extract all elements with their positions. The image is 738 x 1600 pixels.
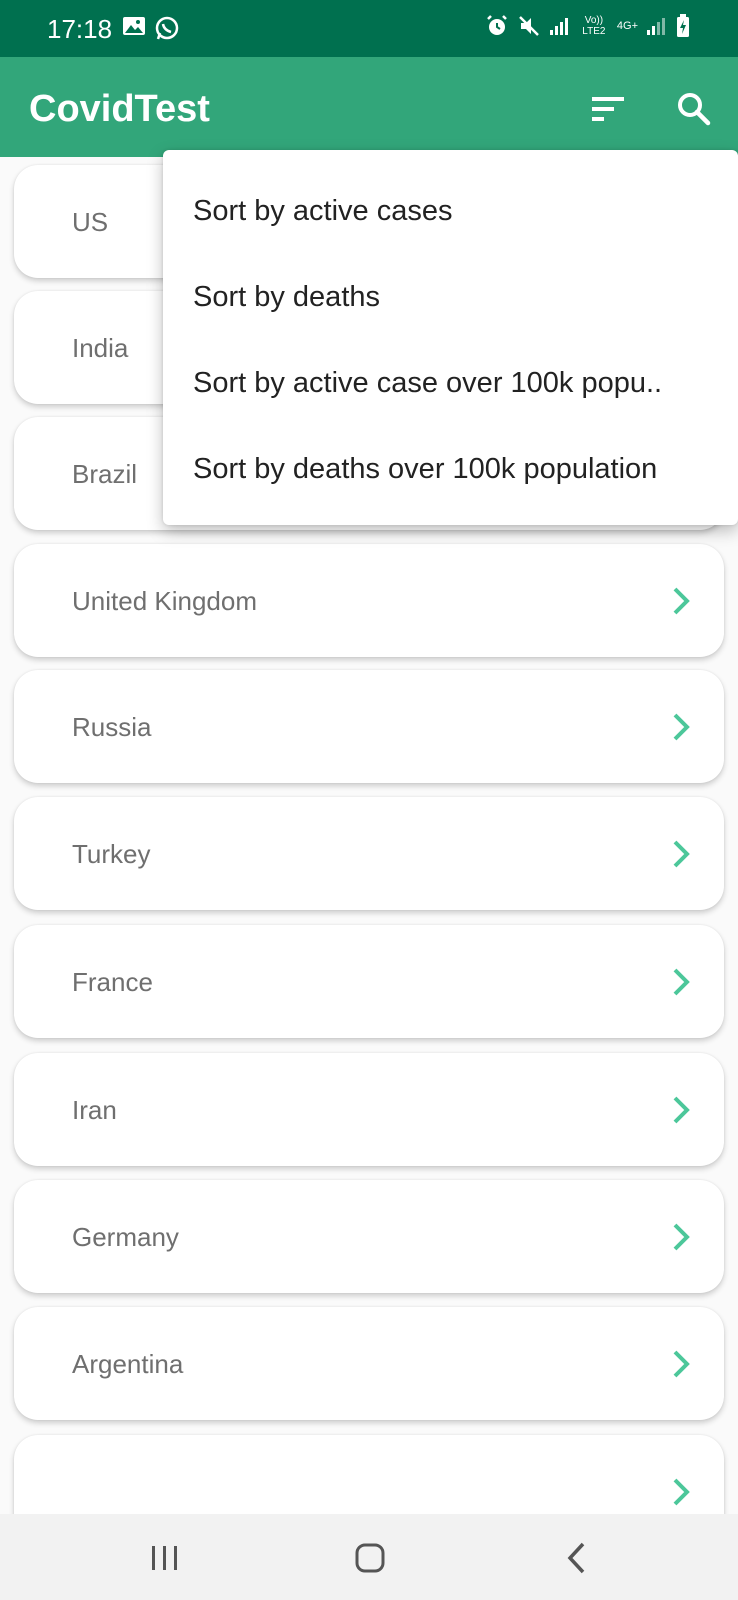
- mute-icon: [517, 14, 541, 38]
- chevron-right-icon: [673, 840, 690, 868]
- menu-item-sort-active-per-100k[interactable]: Sort by active case over 100k popu..: [163, 340, 738, 426]
- status-left-icons: [122, 15, 180, 41]
- back-icon: [567, 1542, 585, 1574]
- country-name: Iran: [72, 1095, 117, 1125]
- country-name: Germany: [72, 1222, 179, 1252]
- battery-charging-icon: [676, 14, 690, 38]
- search-icon: [678, 93, 711, 126]
- recent-apps-button[interactable]: [143, 1536, 187, 1580]
- home-button[interactable]: [348, 1536, 392, 1580]
- app-title: CovidTest: [29, 88, 210, 130]
- country-item-iran[interactable]: Iran: [14, 1053, 724, 1166]
- whatsapp-icon: [154, 15, 180, 41]
- menu-item-label: Sort by deaths: [193, 281, 380, 313]
- sort-button[interactable]: [588, 89, 628, 129]
- back-button[interactable]: [556, 1536, 600, 1580]
- chevron-right-icon: [673, 1223, 690, 1251]
- sort-menu: Sort by active cases Sort by deaths Sort…: [163, 150, 738, 525]
- country-item-argentina[interactable]: Argentina: [14, 1307, 724, 1420]
- country-item-germany[interactable]: Germany: [14, 1180, 724, 1293]
- country-name: Brazil: [72, 459, 138, 489]
- country-name: United Kingdom: [72, 586, 257, 616]
- chevron-right-icon: [673, 968, 690, 996]
- chevron-right-icon: [673, 713, 690, 741]
- country-name: Turkey: [72, 839, 151, 869]
- menu-item-label: Sort by deaths over 100k population: [193, 453, 658, 485]
- country-item-france[interactable]: France: [14, 925, 724, 1038]
- menu-item-label: Sort by active cases: [193, 195, 453, 227]
- country-name: India: [72, 333, 129, 363]
- status-right-icons: Vo)) LTE2 4G+: [485, 14, 690, 38]
- navigation-bar: [0, 1514, 738, 1600]
- chevron-right-icon: [673, 1096, 690, 1124]
- signal-icon: [549, 16, 571, 36]
- status-bar: 17:18 Vo)) LTE2 4G+: [0, 0, 738, 57]
- menu-item-label: Sort by active case over 100k popu..: [193, 367, 663, 399]
- country-item-partial[interactable]: [14, 1435, 724, 1514]
- chevron-right-icon: [673, 1478, 690, 1506]
- volte-icon: Vo)) LTE2: [582, 15, 606, 37]
- home-icon: [355, 1543, 385, 1573]
- country-item-united-kingdom[interactable]: United Kingdom: [14, 544, 724, 657]
- menu-item-sort-deaths[interactable]: Sort by deaths: [163, 254, 738, 340]
- menu-item-sort-deaths-per-100k[interactable]: Sort by deaths over 100k population: [163, 426, 738, 512]
- app-bar: CovidTest: [0, 57, 738, 157]
- alarm-icon: [485, 14, 509, 38]
- chevron-right-icon: [673, 587, 690, 615]
- sort-icon: [592, 97, 624, 121]
- gallery-icon: [122, 15, 146, 41]
- country-item-turkey[interactable]: Turkey: [14, 797, 724, 910]
- search-button[interactable]: [674, 89, 714, 129]
- country-item-russia[interactable]: Russia: [14, 670, 724, 783]
- menu-item-sort-active-cases[interactable]: Sort by active cases: [163, 168, 738, 254]
- country-name: Russia: [72, 712, 152, 742]
- status-time: 17:18: [47, 14, 113, 44]
- signal-icon: [646, 16, 668, 36]
- country-name: US: [72, 207, 109, 237]
- recent-apps-icon: [152, 1546, 177, 1570]
- country-name: France: [72, 967, 153, 997]
- 4g-icon: 4G+: [616, 20, 638, 32]
- chevron-right-icon: [673, 1350, 690, 1378]
- country-name: Argentina: [72, 1349, 184, 1379]
